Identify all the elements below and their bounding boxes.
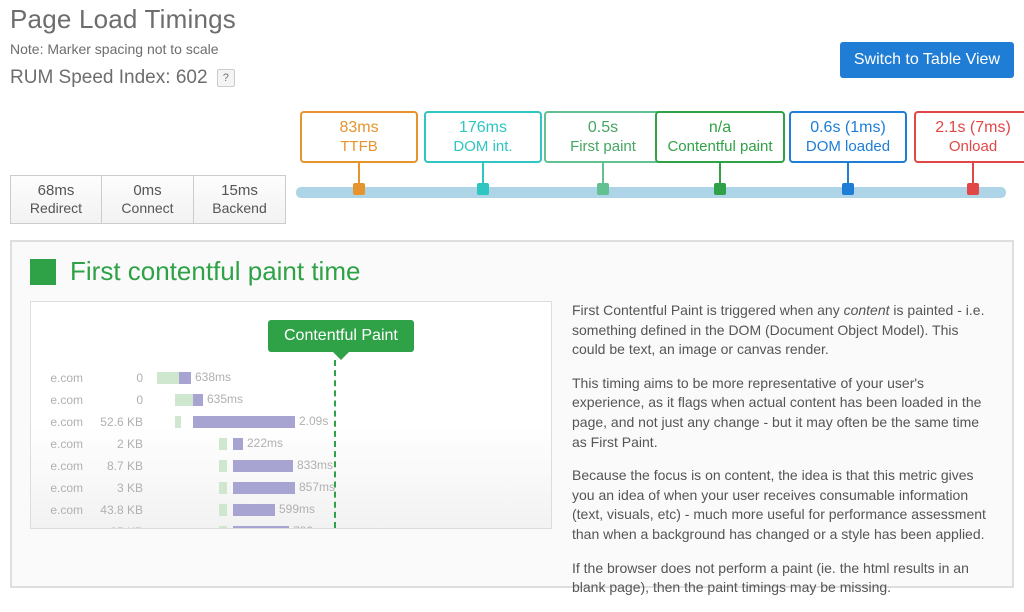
waterfall-row: e.com3 KB 857ms bbox=[31, 478, 551, 498]
stage-backend[interactable]: 15ms Backend bbox=[194, 175, 286, 224]
wf-host: e.com bbox=[31, 503, 87, 517]
wf-bar: 635ms bbox=[149, 393, 551, 407]
rum-value: 602 bbox=[176, 67, 208, 88]
desc-p1a: First Contentful Paint is triggered when… bbox=[572, 302, 844, 318]
marker-ttfb[interactable]: 83msTTFB bbox=[300, 111, 418, 195]
marker-first-paint-label: First paint bbox=[550, 138, 656, 155]
stage-redirect-label: Redirect bbox=[11, 200, 101, 216]
marker-dom-interactive[interactable]: 176msDOM int. bbox=[424, 111, 542, 195]
marker-ttfb-label: TTFB bbox=[306, 138, 412, 155]
wf-host: e.com bbox=[31, 459, 87, 473]
marker-contentful-value: n/a bbox=[661, 119, 779, 137]
marker-first-paint[interactable]: 0.5sFirst paint bbox=[544, 111, 662, 195]
wf-host: e.com bbox=[31, 525, 87, 529]
wf-host: e.com bbox=[31, 437, 87, 451]
wf-size: 2 KB bbox=[87, 437, 149, 451]
timings-timeline: 68ms Redirect 0ms Connect 15ms Backend 8… bbox=[10, 111, 1014, 237]
marker-dom-int-label: DOM int. bbox=[430, 138, 536, 155]
wf-bar: 857ms bbox=[149, 481, 551, 495]
stage-connect-value: 0ms bbox=[102, 182, 193, 199]
wf-bar: 599ms bbox=[149, 503, 551, 517]
wf-bar: 2.09s bbox=[149, 415, 551, 429]
wf-bar: 638ms bbox=[149, 371, 551, 385]
waterfall-row: e.com43.8 KB 599ms bbox=[31, 500, 551, 520]
marker-ttfb-value: 83ms bbox=[306, 119, 412, 137]
wf-size: 3 KB bbox=[87, 481, 149, 495]
stage-redirect[interactable]: 68ms Redirect bbox=[10, 175, 102, 224]
marker-contentful-label: Contentful paint bbox=[661, 138, 779, 155]
waterfall-row: e.com52.6 KB 2.09s bbox=[31, 412, 551, 432]
switch-to-table-button[interactable]: Switch to Table View bbox=[840, 42, 1014, 78]
waterfall-row: e.com2 KB 222ms bbox=[31, 434, 551, 454]
waterfall-row: e.com25 KB 782ms bbox=[31, 522, 551, 529]
pre-request-stages: 68ms Redirect 0ms Connect 15ms Backend bbox=[10, 175, 286, 224]
desc-p2: This timing aims to be more representati… bbox=[572, 374, 994, 452]
metric-description: First Contentful Paint is triggered when… bbox=[572, 301, 994, 612]
stage-connect-label: Connect bbox=[102, 200, 193, 216]
stage-redirect-value: 68ms bbox=[11, 182, 101, 199]
waterfall-row: e.com0 635ms bbox=[31, 390, 551, 410]
stage-backend-value: 15ms bbox=[194, 182, 285, 199]
wf-time: 857ms bbox=[299, 480, 335, 494]
wf-time: 599ms bbox=[279, 502, 315, 516]
wf-size: 8.7 KB bbox=[87, 459, 149, 473]
wf-host: e.com bbox=[31, 481, 87, 495]
contentful-paint-badge: Contentful Paint bbox=[268, 320, 414, 352]
stage-backend-label: Backend bbox=[194, 200, 285, 216]
wf-time: 638ms bbox=[195, 370, 231, 384]
marker-onload-value: 2.1s (7ms) bbox=[920, 119, 1024, 137]
wf-size: 0 bbox=[87, 393, 149, 407]
wf-size: 52.6 KB bbox=[87, 415, 149, 429]
wf-size: 0 bbox=[87, 371, 149, 385]
desc-p1-em: content bbox=[844, 302, 890, 318]
rum-label: RUM Speed Index: bbox=[10, 67, 171, 88]
page-title: Page Load Timings bbox=[10, 4, 1014, 35]
wf-host: e.com bbox=[31, 415, 87, 429]
marker-dom-loaded[interactable]: 0.6s (1ms)DOM loaded bbox=[789, 111, 907, 195]
marker-onload[interactable]: 2.1s (7ms)Onload bbox=[914, 111, 1024, 195]
metric-detail-title: First contentful paint time bbox=[70, 256, 360, 287]
wf-bar: 222ms bbox=[149, 437, 551, 451]
wf-time: 2.09s bbox=[299, 414, 328, 428]
wf-host: e.com bbox=[31, 371, 87, 385]
metric-swatch-icon bbox=[30, 259, 56, 285]
waterfall-row: e.com0 638ms bbox=[31, 368, 551, 388]
marker-contentful-paint[interactable]: n/aContentful paint bbox=[655, 111, 785, 195]
marker-first-paint-value: 0.5s bbox=[550, 119, 656, 137]
wf-size: 25 KB bbox=[87, 525, 149, 529]
stage-connect[interactable]: 0ms Connect bbox=[102, 175, 194, 224]
metric-detail-panel: First contentful paint time Contentful P… bbox=[10, 240, 1014, 588]
waterfall-row: e.com8.7 KB 833ms bbox=[31, 456, 551, 476]
help-icon[interactable]: ? bbox=[217, 69, 235, 87]
wf-time: 782ms bbox=[293, 524, 329, 529]
wf-time: 635ms bbox=[207, 392, 243, 406]
marker-dom-loaded-label: DOM loaded bbox=[795, 138, 901, 155]
marker-dom-int-value: 176ms bbox=[430, 119, 536, 137]
wf-time: 222ms bbox=[247, 436, 283, 450]
wf-bar: 782ms bbox=[149, 525, 551, 529]
wf-bar: 833ms bbox=[149, 459, 551, 473]
desc-p3: Because the focus is on content, the ide… bbox=[572, 466, 994, 544]
wf-time: 833ms bbox=[297, 458, 333, 472]
wf-host: e.com bbox=[31, 393, 87, 407]
wf-size: 43.8 KB bbox=[87, 503, 149, 517]
waterfall-preview[interactable]: Contentful Paint e.com0638mse.com0635mse… bbox=[30, 301, 552, 529]
marker-onload-label: Onload bbox=[920, 138, 1024, 155]
marker-dom-loaded-value: 0.6s (1ms) bbox=[795, 119, 901, 137]
desc-p4: If the browser does not perform a paint … bbox=[572, 559, 994, 598]
